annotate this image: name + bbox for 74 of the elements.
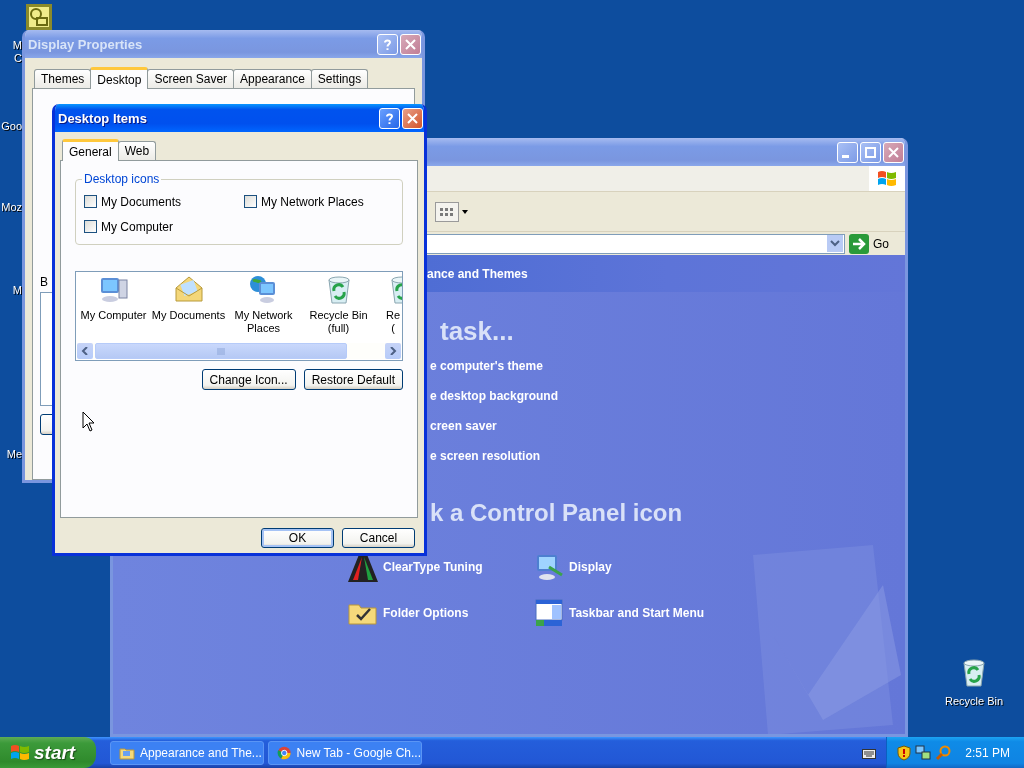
task-link[interactable]: e screen resolution bbox=[430, 441, 905, 471]
tab[interactable]: Themes bbox=[34, 69, 92, 88]
view-grid-icon bbox=[435, 201, 459, 222]
keyboard-icon[interactable] bbox=[862, 746, 877, 759]
task-link[interactable]: e desktop background bbox=[430, 381, 905, 411]
flag-logo-icon bbox=[876, 168, 898, 189]
grip-icon bbox=[217, 347, 225, 355]
window-title: Desktop Items bbox=[58, 110, 148, 126]
tab[interactable]: Web bbox=[117, 141, 157, 160]
desktop-icon-label[interactable]: Goo bbox=[0, 120, 22, 133]
icon-list-item[interactable]: My Computer bbox=[76, 274, 151, 343]
control-panel-item[interactable]: Taskbar and Start Menu bbox=[533, 597, 733, 629]
desktop-icon-label[interactable]: M bbox=[0, 284, 22, 297]
dialog-button[interactable]: Change Icon... bbox=[201, 369, 296, 390]
pointer-icon bbox=[82, 411, 96, 433]
close-icon bbox=[404, 37, 417, 51]
clock[interactable]: 2:51 PM bbox=[965, 745, 1010, 760]
close-button[interactable] bbox=[402, 107, 423, 129]
task-link[interactable]: creen saver bbox=[430, 411, 905, 441]
dropdown-icon[interactable] bbox=[827, 235, 843, 252]
icon-list-item[interactable]: Re ( bbox=[376, 274, 402, 343]
maximize-button[interactable] bbox=[860, 141, 881, 163]
shield-icon[interactable] bbox=[897, 744, 912, 761]
question-mark-icon bbox=[383, 111, 396, 125]
flag-logo-icon bbox=[10, 743, 30, 762]
dialog-button[interactable]: OK bbox=[261, 528, 334, 548]
group-title: Desktop icons bbox=[82, 172, 162, 186]
desktop-icon-label[interactable]: Me bbox=[0, 448, 22, 461]
taskbar-button[interactable]: Appearance and The... bbox=[110, 740, 264, 765]
section-heading: task... bbox=[440, 316, 515, 347]
browser-icon bbox=[277, 744, 292, 761]
desktop-icon-label[interactable]: Moz bbox=[0, 201, 22, 214]
dialog-button[interactable]: Cancel bbox=[342, 528, 415, 548]
tab[interactable]: Settings bbox=[310, 69, 369, 88]
category-title: ance and Themes bbox=[427, 266, 528, 281]
section-heading: k a Control Panel icon bbox=[430, 499, 684, 527]
checkbox[interactable]: My Network Places bbox=[244, 192, 394, 211]
desktop-icon-label[interactable]: Recycle Bin bbox=[934, 695, 1014, 708]
tab[interactable]: Screen Saver bbox=[147, 69, 235, 88]
icon-list-item[interactable]: Recycle Bin (full) bbox=[301, 274, 376, 343]
control-panel-item[interactable]: Folder Options bbox=[347, 597, 533, 629]
checkbox[interactable]: My Documents bbox=[84, 192, 244, 211]
window-title: Display Properties bbox=[28, 36, 144, 52]
minimize-icon bbox=[842, 154, 849, 158]
views-button[interactable] bbox=[435, 201, 468, 222]
icon-list-item[interactable]: My Network Places bbox=[226, 274, 301, 343]
go-button[interactable]: Go bbox=[849, 233, 899, 254]
search-icon[interactable] bbox=[935, 744, 952, 761]
taskbar-button[interactable]: New Tab - Google Ch... bbox=[268, 740, 422, 765]
scrollbar[interactable] bbox=[77, 343, 401, 359]
field-label: B bbox=[40, 275, 49, 289]
caret-icon bbox=[462, 209, 468, 214]
minimize-button[interactable] bbox=[837, 141, 858, 163]
dialog-button[interactable]: Restore Default bbox=[303, 369, 403, 390]
tab[interactable]: Appearance bbox=[233, 69, 312, 88]
close-icon bbox=[406, 111, 419, 125]
help-button[interactable] bbox=[379, 107, 400, 129]
taskbar-icon bbox=[533, 597, 565, 629]
question-mark-icon bbox=[381, 37, 394, 51]
checkbox[interactable]: My Computer bbox=[84, 217, 244, 236]
task-link[interactable]: e computer's theme bbox=[430, 351, 905, 381]
close-button[interactable] bbox=[400, 33, 421, 55]
desktop-shortcut-icon[interactable] bbox=[26, 4, 52, 30]
close-button[interactable] bbox=[883, 141, 904, 163]
tab[interactable]: Desktop bbox=[90, 67, 149, 89]
icon-list-item[interactable]: My Documents bbox=[151, 274, 226, 343]
tab[interactable]: General bbox=[62, 139, 119, 161]
start-button[interactable]: start bbox=[0, 737, 96, 768]
close-icon bbox=[887, 145, 900, 159]
desktop-icon-label[interactable]: M C bbox=[0, 39, 22, 65]
maximize-icon bbox=[864, 145, 877, 159]
control-panel-item[interactable]: Display bbox=[533, 551, 733, 583]
network-icon[interactable] bbox=[915, 744, 932, 761]
help-button[interactable] bbox=[377, 33, 398, 55]
